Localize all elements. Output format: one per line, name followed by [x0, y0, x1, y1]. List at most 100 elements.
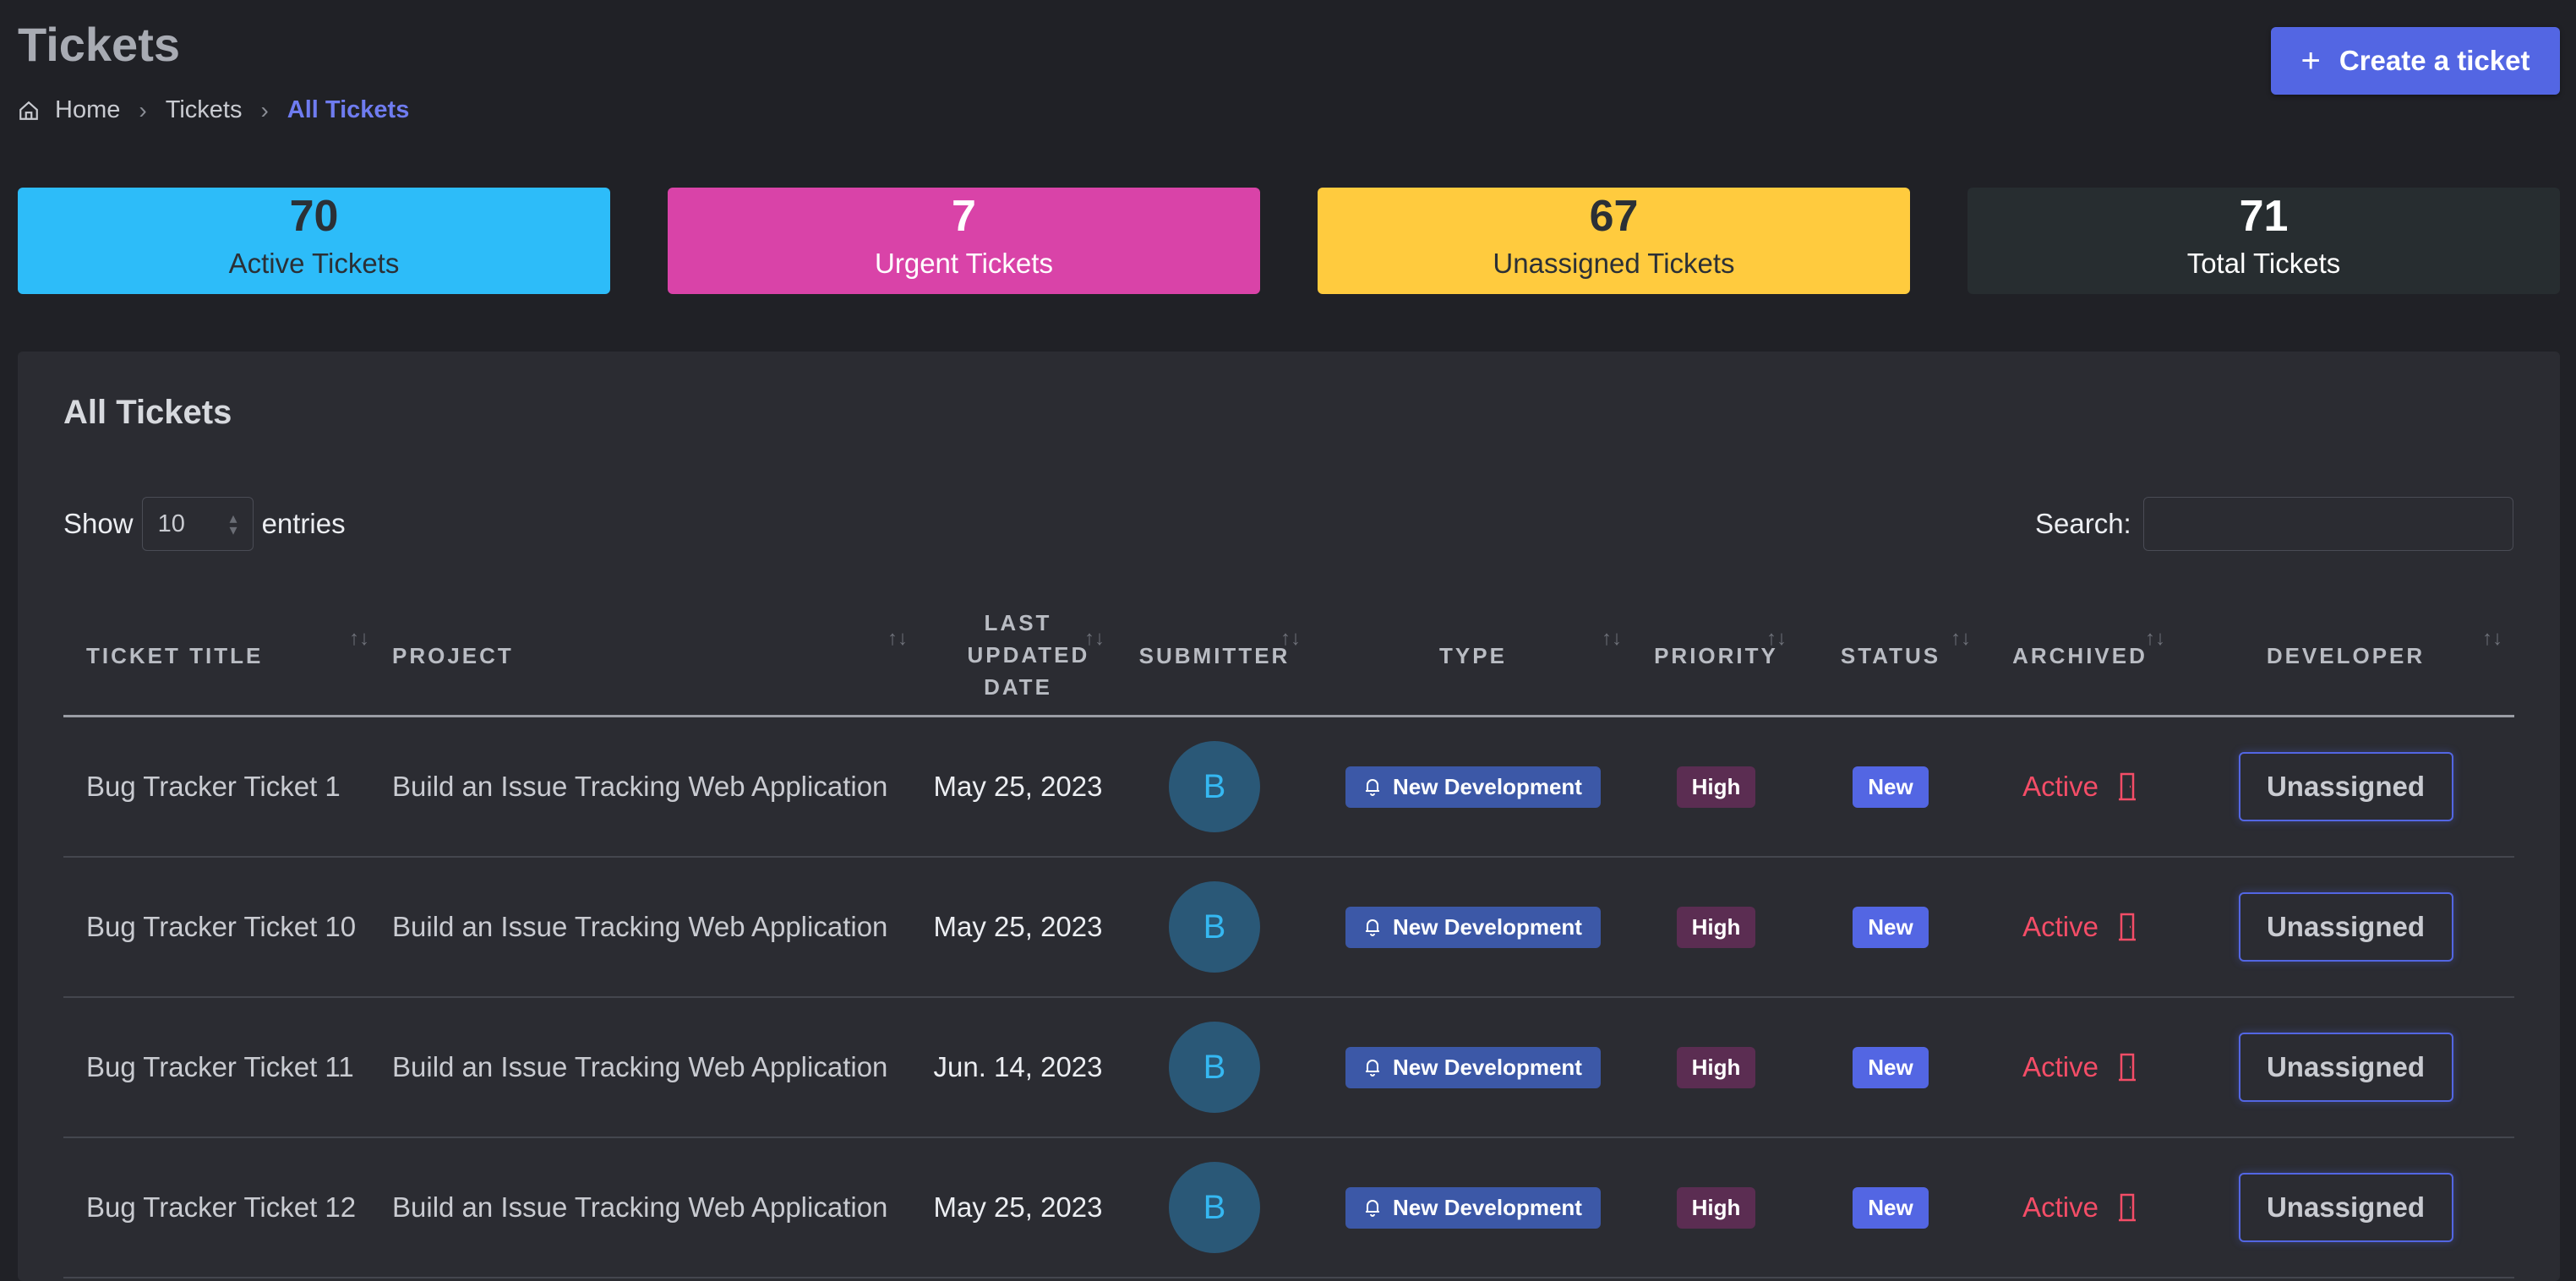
developer-button[interactable]: Unassigned [2238, 1033, 2453, 1102]
create-ticket-label: Create a ticket [2339, 45, 2530, 76]
status-badge: New [1853, 906, 1929, 948]
stat-value: 70 [289, 192, 339, 241]
sort-icon[interactable]: ↑↓ [887, 627, 908, 651]
col-status[interactable]: Status ↑↓ [1798, 597, 1983, 717]
ticket-title[interactable]: Bug Tracker Ticket 11 [63, 997, 381, 1138]
sort-icon[interactable]: ↑↓ [1766, 627, 1787, 651]
col-developer[interactable]: Developer ↑↓ [2177, 597, 2514, 717]
col-ticket-title[interactable]: Ticket Title ↑↓ [63, 597, 381, 717]
archive-toggle[interactable]: Active [2022, 1191, 2137, 1224]
last-updated-date: May 25, 2023 [920, 1137, 1116, 1278]
search-label: Search: [2035, 508, 2131, 539]
breadcrumb: Home › Tickets › All Tickets [18, 96, 409, 124]
sort-icon[interactable]: ↑↓ [1084, 627, 1105, 651]
stat-label: Urgent Tickets [875, 248, 1053, 280]
col-archived[interactable]: Archived ↑↓ [1983, 597, 2177, 717]
card-title: All Tickets [63, 394, 232, 431]
archived-label: Active [2022, 911, 2098, 942]
sort-icon[interactable]: ↑↓ [2482, 627, 2502, 651]
chevron-right-icon: › [139, 96, 147, 123]
ticket-title[interactable]: Bug Tracker Ticket 12 [63, 1137, 381, 1278]
type-badge: New Development [1345, 906, 1601, 948]
stat-card-active: 70 Active Tickets [18, 188, 610, 294]
archived-label: Active [2022, 771, 2098, 802]
col-last-updated[interactable]: Last Updated Date ↑↓ [920, 597, 1116, 717]
table-row[interactable]: Bug Tracker Ticket 10 Build an Issue Tra… [63, 857, 2514, 998]
avatar[interactable]: B [1169, 881, 1260, 973]
developer-button[interactable]: Unassigned [2238, 892, 2453, 962]
sort-icon[interactable]: ↑↓ [2145, 627, 2165, 651]
project-name: Build an Issue Tracking Web Application [381, 997, 920, 1138]
col-priority[interactable]: Priority ↑↓ [1634, 597, 1798, 717]
show-label: Show [63, 508, 134, 539]
door-icon [2118, 1193, 2136, 1222]
status-badge: New [1853, 1186, 1929, 1229]
create-ticket-button[interactable]: + Create a ticket [2271, 27, 2560, 95]
priority-badge: High [1676, 906, 1756, 948]
status-badge: New [1853, 1046, 1929, 1088]
priority-badge: High [1676, 1186, 1756, 1229]
door-icon [2118, 772, 2136, 801]
stat-label: Unassigned Tickets [1493, 248, 1735, 280]
door-icon [2118, 913, 2136, 941]
type-badge: New Development [1345, 1186, 1601, 1229]
search-input[interactable] [2142, 497, 2513, 551]
col-project[interactable]: Project ↑↓ [381, 597, 920, 717]
bell-icon [1366, 1060, 1380, 1077]
stat-card-total: 71 Total Tickets [1967, 188, 2560, 294]
developer-button[interactable]: Unassigned [2238, 1173, 2453, 1242]
avatar[interactable]: B [1169, 741, 1260, 832]
search-control: Search: [2035, 497, 2513, 551]
plus-icon: + [2300, 42, 2321, 79]
bell-icon [1366, 919, 1380, 936]
door-icon [2118, 1053, 2136, 1082]
stat-label: Total Tickets [2186, 248, 2341, 280]
bell-icon [1366, 1200, 1380, 1217]
breadcrumb-tickets[interactable]: Tickets [166, 96, 243, 124]
col-type[interactable]: Type ↑↓ [1313, 597, 1634, 717]
entries-length-control: Show 10 ▴ ▾ entries [63, 497, 346, 551]
table-row[interactable]: Bug Tracker Ticket 1 Build an Issue Trac… [63, 716, 2514, 858]
type-label: New Development [1393, 1054, 1582, 1080]
chevron-right-icon: › [260, 96, 269, 123]
table-header-row: Ticket Title ↑↓ Project ↑↓ Last Updated Da… [63, 597, 2514, 717]
stat-value: 67 [1589, 192, 1639, 241]
priority-badge: High [1676, 1046, 1756, 1088]
archived-label: Active [2022, 1051, 2098, 1082]
project-name: Build an Issue Tracking Web Application [381, 857, 920, 998]
table-row[interactable]: Bug Tracker Ticket 12 Build an Issue Tra… [63, 1137, 2514, 1278]
avatar[interactable]: B [1169, 1162, 1260, 1253]
stat-card-urgent: 7 Urgent Tickets [668, 188, 1260, 294]
sort-icon[interactable]: ↑↓ [1280, 627, 1301, 651]
entries-select[interactable]: 10 ▴ ▾ [141, 497, 254, 551]
tickets-table-card: All Tickets Show 10 ▴ ▾ entries Search: T… [18, 352, 2560, 1281]
avatar[interactable]: B [1169, 1022, 1260, 1113]
ticket-title[interactable]: Bug Tracker Ticket 1 [63, 716, 381, 858]
stat-label: Active Tickets [228, 248, 400, 280]
col-submitter[interactable]: Submitter ↑↓ [1116, 597, 1313, 717]
bell-icon [1366, 779, 1380, 796]
sort-icon[interactable]: ↑↓ [1951, 627, 1971, 651]
entries-value: 10 [157, 510, 185, 537]
entries-label: entries [261, 508, 346, 539]
sort-icon[interactable]: ↑↓ [349, 627, 369, 651]
stat-card-unassigned: 67 Unassigned Tickets [1318, 188, 1910, 294]
status-badge: New [1853, 766, 1929, 808]
table-row[interactable]: Bug Tracker Ticket 11 Build an Issue Tra… [63, 997, 2514, 1138]
stat-value: 7 [952, 192, 976, 241]
type-label: New Development [1393, 1194, 1582, 1220]
home-icon[interactable] [18, 100, 40, 122]
breadcrumb-home[interactable]: Home [55, 96, 120, 124]
select-arrows-icon: ▴ ▾ [229, 509, 237, 538]
archive-toggle[interactable]: Active [2022, 911, 2137, 943]
ticket-title[interactable]: Bug Tracker Ticket 10 [63, 857, 381, 998]
breadcrumb-current: All Tickets [287, 96, 410, 123]
last-updated-date: May 25, 2023 [920, 716, 1116, 858]
archive-toggle[interactable]: Active [2022, 771, 2137, 803]
type-badge: New Development [1345, 1046, 1601, 1088]
page-title: Tickets [18, 18, 180, 71]
sort-icon[interactable]: ↑↓ [1602, 627, 1622, 651]
last-updated-date: Jun. 14, 2023 [920, 997, 1116, 1138]
developer-button[interactable]: Unassigned [2238, 752, 2453, 821]
archive-toggle[interactable]: Active [2022, 1051, 2137, 1083]
